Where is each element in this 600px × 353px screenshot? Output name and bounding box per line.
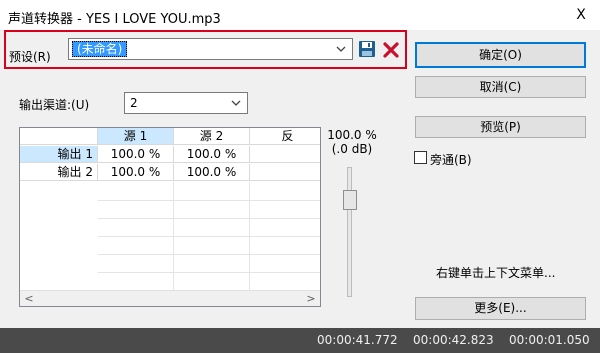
grid-corner <box>20 128 98 145</box>
grid-line <box>173 182 174 290</box>
selection-start-time: 00:00:41.772 <box>317 333 398 347</box>
chevron-down-icon <box>229 95 243 111</box>
ok-button[interactable]: 确定(O) <box>415 42 586 68</box>
grid-cell[interactable] <box>250 164 320 181</box>
grid-cell[interactable]: 100.0 % <box>174 146 250 163</box>
grid-line <box>98 236 320 237</box>
level-slider-thumb[interactable] <box>343 190 357 210</box>
column-header-source-1[interactable]: 源 1 <box>98 128 174 145</box>
preview-button[interactable]: 预览(P) <box>415 116 586 138</box>
status-bar: 00:00:41.772 00:00:42.823 00:00:01.050 <box>0 328 600 353</box>
bypass-checkbox[interactable] <box>414 151 427 164</box>
scroll-right-icon[interactable]: > <box>304 291 318 306</box>
preset-label: 预设(R) <box>9 50 51 64</box>
grid-line <box>98 254 320 255</box>
delete-icon[interactable] <box>381 40 401 60</box>
row-header-output-1[interactable]: 输出 1 <box>20 146 98 163</box>
selection-length-time: 00:00:01.050 <box>509 333 590 347</box>
column-header-source-2[interactable]: 源 2 <box>174 128 250 145</box>
title-bar: 声道转换器 - YES I LOVE YOU.mp3 X <box>0 0 600 30</box>
level-percent: 100.0 % <box>327 128 377 142</box>
chevron-down-icon <box>334 41 348 57</box>
row-header-output-2[interactable]: 输出 2 <box>20 164 98 181</box>
grid-line <box>98 218 320 219</box>
grid-cell[interactable]: 100.0 % <box>98 164 174 181</box>
close-button[interactable]: X <box>572 6 590 24</box>
preset-dropdown[interactable]: (未命名) <box>68 38 353 60</box>
grid-line <box>98 200 320 201</box>
save-icon[interactable] <box>357 39 377 59</box>
grid-cell[interactable]: 100.0 % <box>98 146 174 163</box>
channel-matrix-grid[interactable]: 源 1 源 2 反 输出 1 100.0 % 100.0 % 输出 2 100.… <box>19 127 321 307</box>
horizontal-scrollbar[interactable]: < > <box>20 290 320 306</box>
output-channels-value: 2 <box>130 96 138 110</box>
output-channels-label: 输出渠道:(U) <box>19 98 90 112</box>
grid-line <box>98 272 320 273</box>
selection-end-time: 00:00:42.823 <box>413 333 494 347</box>
scroll-left-icon[interactable]: < <box>22 291 36 306</box>
grid-cell[interactable] <box>250 146 320 163</box>
context-menu-hint: 右键单击上下文菜单... <box>436 266 556 280</box>
cancel-button[interactable]: 取消(C) <box>415 76 586 98</box>
level-readout: 100.0 % (.0 dB) <box>325 128 379 156</box>
more-button[interactable]: 更多(E)... <box>415 297 586 320</box>
column-header-invert[interactable]: 反 <box>250 128 320 145</box>
grid-cell[interactable]: 100.0 % <box>174 164 250 181</box>
grid-line <box>249 182 250 290</box>
level-slider-track[interactable] <box>347 167 352 297</box>
window-title: 声道转换器 - YES I LOVE YOU.mp3 <box>8 12 221 27</box>
bypass-label: 旁通(B) <box>430 153 472 167</box>
output-channels-dropdown[interactable]: 2 <box>124 92 248 114</box>
level-db: (.0 dB) <box>331 142 373 156</box>
preset-value: (未命名) <box>72 41 128 57</box>
